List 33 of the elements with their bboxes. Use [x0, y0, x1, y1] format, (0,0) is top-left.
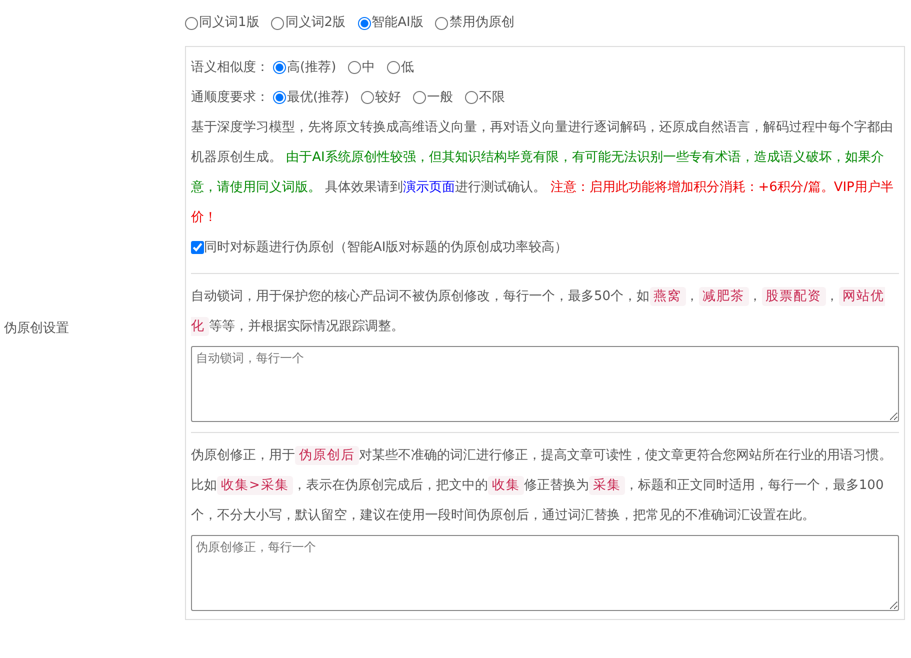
radio-button[interactable]: [271, 16, 284, 30]
option-label[interactable]: 不限: [479, 82, 506, 112]
setting-label: 语义相似度：: [191, 58, 269, 76]
option-label[interactable]: 禁用伪原创: [449, 8, 514, 38]
option-label[interactable]: 高(推荐): [287, 52, 336, 82]
option-label[interactable]: 一般: [427, 82, 454, 112]
radio-button[interactable]: [435, 16, 448, 30]
radio-button[interactable]: [413, 91, 426, 104]
checkbox[interactable]: [191, 241, 204, 254]
help-text: 自动锁词，用于保护您的核心产品词不被伪原创修改，每行一个，最多50个，如 燕窝 ， 减肥茶 ， 股票配资 ， 网站优化 等等，并根据实际情况跟踪调整。: [191, 286, 886, 338]
radio-button[interactable]: [387, 61, 400, 74]
checkbox-label[interactable]: 同时对标题进行伪原创（智能AI版对标题的伪原创成功率较高）: [204, 232, 568, 262]
option-label[interactable]: 同义词1版: [199, 8, 260, 38]
option-label[interactable]: 智能AI版: [372, 8, 424, 38]
radio-button[interactable]: [465, 91, 478, 104]
text-area[interactable]: 自动锁词，每行一个: [191, 346, 899, 422]
radio-button[interactable]: [273, 91, 286, 104]
help-text: 伪原创修正，用于 伪原创后 对某些不准确的词汇进行修正，提高文章可读性，使文章更符合您网站所在行业的用语习惯。比如 收集>采集 ，表示在伪原创完成后，把文中的 收集 修正替换为 采集 ，标题和正文同时适用，每行一个，最多100个，不分大小写，默认留空，建议在使用一段时间伪原创后，通过词汇替换，把常见的不准确词汇设置在此。: [191, 444, 893, 524]
option-label[interactable]: 较好: [375, 82, 402, 112]
radio-button[interactable]: [358, 16, 371, 30]
option-label[interactable]: 同义词2版: [285, 8, 346, 38]
setting-label: 通顺度要求：: [191, 88, 269, 106]
radio-button[interactable]: [273, 61, 286, 74]
radio-button[interactable]: [348, 61, 362, 74]
option-label[interactable]: 最优(推荐): [287, 82, 350, 112]
option-label[interactable]: 中: [362, 52, 376, 82]
text-area[interactable]: 伪原创修正，每行一个: [191, 534, 899, 610]
description-text: 基于深度学习模型，先将原文转换成高维语义向量，再对语义向量进行逐词解码，还原成自然语言，解码过程中每个字都由机器原创生成。 由于AI系统原创性较强，但其知识结构毕竟有限，有可能无法识别一些专有术语，造成语义破坏，如果介意，请使用同义词版。 具体效果请到演示页面进行测试确认。 注意：启用此功能将增加积分消耗：+6积分/篇。VIP用户半价！: [191, 118, 894, 226]
demo-link[interactable]: 演示页面: [403, 180, 456, 194]
radio-button[interactable]: [361, 91, 374, 104]
option-label[interactable]: 低: [401, 52, 414, 82]
section-label: 伪原创设置: [4, 320, 69, 338]
radio-button[interactable]: [185, 16, 198, 30]
